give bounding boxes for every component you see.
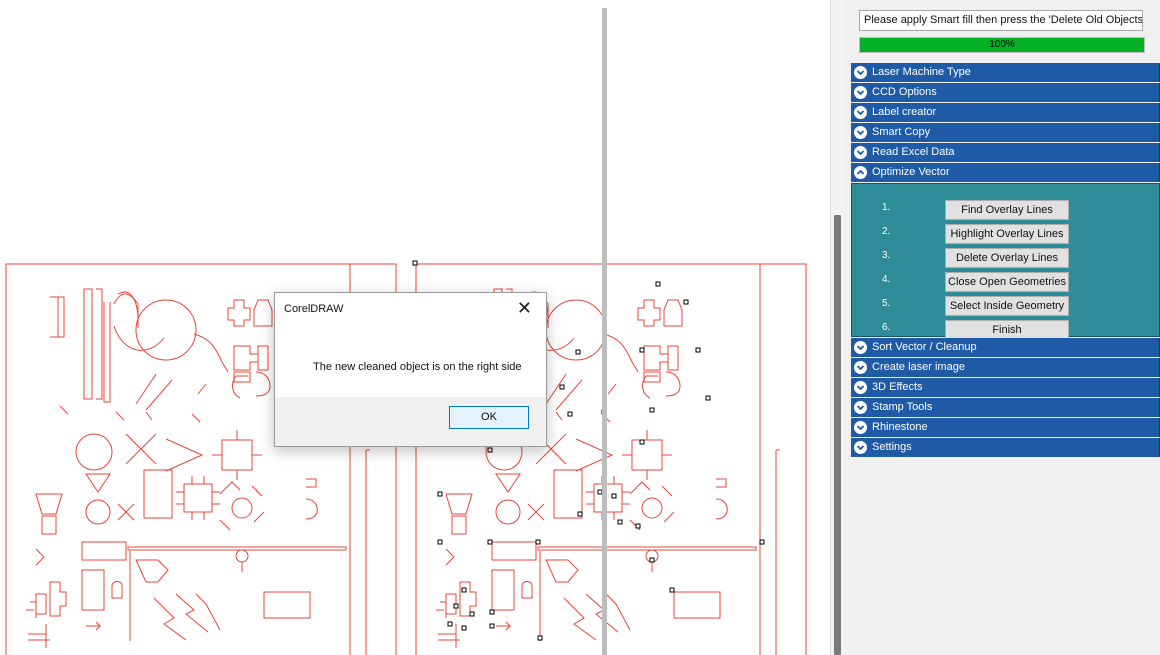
section-header-label-creator[interactable]: Label creator xyxy=(851,103,1160,122)
section-label: Rhinestone xyxy=(872,421,928,433)
step-button-1[interactable]: Find Overlay Lines xyxy=(945,200,1069,220)
section-label: Read Excel Data xyxy=(872,146,955,158)
step-button-2[interactable]: Highlight Overlay Lines xyxy=(945,224,1069,244)
docker-sections: Laser Machine Type CCD Options Label creat… xyxy=(851,63,1160,458)
section-header-settings[interactable]: Settings xyxy=(851,438,1160,457)
step-button-6[interactable]: Finish xyxy=(945,320,1069,340)
chevron-down-icon xyxy=(854,361,867,374)
optimize-step-row: 3. Delete Overlay Lines xyxy=(852,248,1159,268)
section-label: Laser Machine Type xyxy=(872,66,971,78)
section-label: Label creator xyxy=(872,106,937,118)
section-header-create-laser-image[interactable]: Create laser image xyxy=(851,358,1160,377)
optimize-step-row: 5. Select Inside Geometry xyxy=(852,296,1159,316)
step-number: 4. xyxy=(882,274,891,285)
chevron-down-icon xyxy=(854,441,867,454)
section-header-optimize-vector[interactable]: Optimize Vector xyxy=(851,163,1160,182)
section-header-sort-vector-cleanup[interactable]: Sort Vector / Cleanup xyxy=(851,338,1160,357)
step-number: 3. xyxy=(882,250,891,261)
chevron-down-icon xyxy=(854,146,867,159)
step-number: 2. xyxy=(882,226,891,237)
section-label: Optimize Vector xyxy=(872,166,950,178)
chevron-down-icon xyxy=(854,401,867,414)
optimize-step-row: 1. Find Overlay Lines xyxy=(852,200,1159,220)
ok-button[interactable]: OK xyxy=(449,406,529,429)
section-label: Create laser image xyxy=(872,361,965,373)
optimize-vector-panel: 1. Find Overlay Lines 2. Highlight Overlay … xyxy=(851,183,1160,340)
step-button-4[interactable]: Close Open Geometries xyxy=(945,272,1069,292)
vertical-scrollbar[interactable] xyxy=(830,0,845,655)
status-message: Please apply Smart fill then press the '… xyxy=(859,10,1143,31)
guideline[interactable] xyxy=(602,8,607,655)
step-number: 1. xyxy=(882,202,891,213)
chevron-down-icon xyxy=(854,341,867,354)
section-header-read-excel-data[interactable]: Read Excel Data xyxy=(851,143,1160,162)
section-label: Smart Copy xyxy=(872,126,931,138)
step-number: 5. xyxy=(882,298,891,309)
scrollbar-thumb[interactable] xyxy=(834,215,841,655)
chevron-down-icon xyxy=(854,86,867,99)
section-label: 3D Effects xyxy=(872,381,923,393)
laser-tools-docker: Please apply Smart fill then press the '… xyxy=(845,0,1160,655)
section-header-ccd-options[interactable]: CCD Options xyxy=(851,83,1160,102)
optimize-step-row: 4. Close Open Geometries xyxy=(852,272,1159,292)
dialog-message: The new cleaned object is on the right s… xyxy=(313,361,522,373)
optimize-step-row: 2. Highlight Overlay Lines xyxy=(852,224,1159,244)
section-label: Sort Vector / Cleanup xyxy=(872,341,977,353)
section-header-smart-copy[interactable]: Smart Copy xyxy=(851,123,1160,142)
chevron-down-icon xyxy=(854,421,867,434)
close-icon[interactable]: ✕ xyxy=(517,298,532,318)
section-header-stamp-tools[interactable]: Stamp Tools xyxy=(851,398,1160,417)
dialog-content: The new cleaned object is on the right s… xyxy=(275,325,546,397)
chevron-up-icon xyxy=(854,166,867,179)
dialog-titlebar[interactable]: CorelDRAW ✕ xyxy=(275,293,546,325)
step-button-3[interactable]: Delete Overlay Lines xyxy=(945,248,1069,268)
chevron-down-icon xyxy=(854,126,867,139)
optimize-step-row: 6. Finish xyxy=(852,320,1159,340)
section-header-3d-effects[interactable]: 3D Effects xyxy=(851,378,1160,397)
chevron-down-icon xyxy=(854,66,867,79)
section-header-rhinestone[interactable]: Rhinestone xyxy=(851,418,1160,437)
section-label: Settings xyxy=(872,441,912,453)
message-dialog: CorelDRAW ✕ The new cleaned object is on… xyxy=(274,292,547,447)
section-label: Stamp Tools xyxy=(872,401,933,413)
step-number: 6. xyxy=(882,322,891,333)
progress-bar: 100% xyxy=(859,37,1145,53)
dialog-title: CorelDRAW xyxy=(284,303,344,315)
section-header-laser-machine-type[interactable]: Laser Machine Type xyxy=(851,63,1160,82)
chevron-down-icon xyxy=(854,106,867,119)
step-button-5[interactable]: Select Inside Geometry xyxy=(945,296,1069,316)
progress-label: 100% xyxy=(989,39,1015,50)
chevron-down-icon xyxy=(854,381,867,394)
section-label: CCD Options xyxy=(872,86,937,98)
